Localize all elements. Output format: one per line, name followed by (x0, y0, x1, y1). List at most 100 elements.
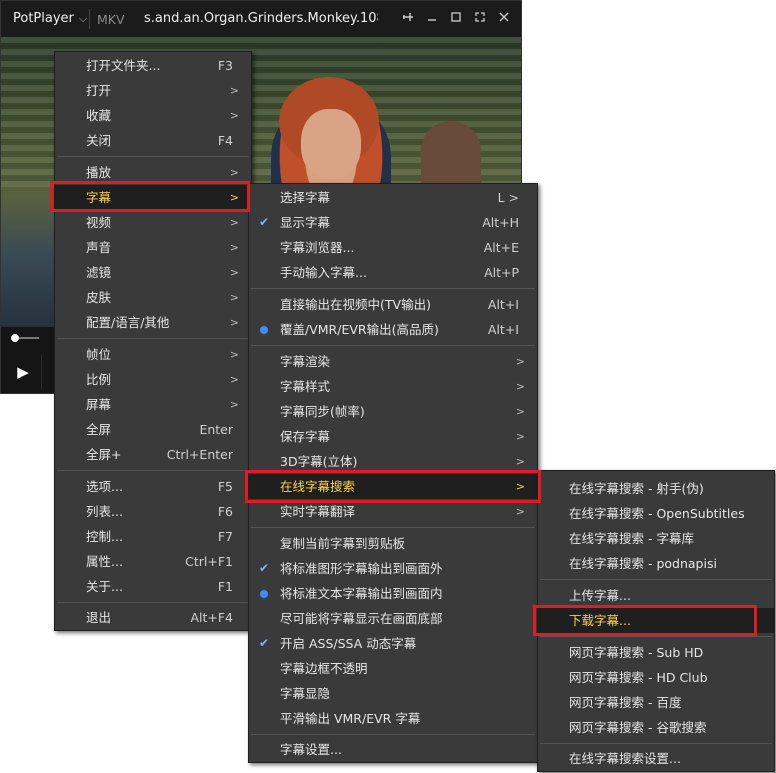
menu-item-online-search-settings[interactable]: 在线字幕搜索设置... (538, 746, 774, 771)
submenu-arrow-icon: > (229, 291, 239, 304)
submenu-arrow-icon: > (229, 348, 239, 361)
menu-item-shortcut: F1 (217, 579, 233, 594)
menu-item-label: 显示字幕 (280, 215, 331, 230)
menu-item-toggle-subtitle[interactable]: 字幕显隐 (249, 681, 537, 706)
menu-item-search-podnapisi[interactable]: 在线字幕搜索 - podnapisi (538, 551, 774, 576)
submenu-arrow-icon: > (515, 355, 525, 368)
menu-item-label: 声音 (86, 240, 112, 255)
minimize-icon[interactable] (423, 10, 441, 28)
submenu-arrow-icon: > (229, 216, 239, 229)
menu-item-tv-output[interactable]: 直接输出在视频中(TV输出) Alt+I (249, 292, 537, 317)
menu-item-manual-input[interactable]: 手动输入字幕... Alt+P (249, 260, 537, 285)
menu-item-screen[interactable]: 屏幕 > (55, 392, 251, 417)
menu-item-copy-subtitle[interactable]: 复制当前字幕到剪贴板 (249, 531, 537, 556)
submenu-arrow-icon: > (229, 373, 239, 386)
menu-item-label: 打开 (86, 83, 112, 98)
menu-item-open-folder[interactable]: 打开文件夹... F3 (55, 53, 251, 78)
menu-item-3d-subtitle[interactable]: 3D字幕(立体) > (249, 449, 537, 474)
menu-item-ass-ssa[interactable]: ✔ 开启 ASS/SSA 动态字幕 (249, 631, 537, 656)
menu-item-label: 关闭 (86, 133, 112, 148)
menu-item-opaque-border[interactable]: 字幕边框不透明 (249, 656, 537, 681)
menu-item-subtitle-sync[interactable]: 字幕同步(帧率) > (249, 399, 537, 424)
menu-item-label: 屏幕 (86, 397, 112, 412)
menu-item-ratio[interactable]: 比例 > (55, 367, 251, 392)
seek-handle[interactable] (11, 334, 19, 342)
menu-item-control[interactable]: 控制... F7 (55, 524, 251, 549)
menu-item-video[interactable]: 视频 > (55, 210, 251, 235)
menu-item-label: 上传字幕... (569, 588, 631, 603)
menu-item-web-google[interactable]: 网页字幕搜索 - 谷歌搜索 (538, 715, 774, 740)
menu-item-overlay-output[interactable]: 覆盖/VMR/EVR输出(高品质) Alt+I (249, 317, 537, 342)
menu-item-fullscreen-plus[interactable]: 全屏+ Ctrl+Enter (55, 442, 251, 467)
fullscreen-icon[interactable] (471, 10, 489, 28)
menu-item-subtitle-style[interactable]: 字幕样式 > (249, 374, 537, 399)
maximize-icon[interactable] (447, 10, 465, 28)
menu-item-filters[interactable]: 滤镜 > (55, 260, 251, 285)
menu-item-text-inside[interactable]: 将标准文本字幕输出到画面内 (249, 581, 537, 606)
menu-item-subtitle-browser[interactable]: 字幕浏览器... Alt+E (249, 235, 537, 260)
menu-item-web-subhd[interactable]: 网页字幕搜索 - Sub HD (538, 640, 774, 665)
menu-item-playlist[interactable]: 列表... F6 (55, 499, 251, 524)
radio-selected-icon (260, 326, 268, 334)
menu-item-favorites[interactable]: 收藏 > (55, 103, 251, 128)
menu-item-skins[interactable]: 皮肤 > (55, 285, 251, 310)
menu-item-shortcut: Ctrl+F1 (185, 554, 233, 569)
menu-item-frame[interactable]: 帧位 > (55, 342, 251, 367)
menu-item-label: 字幕同步(帧率) (280, 404, 365, 419)
menu-item-exit[interactable]: 退出 Alt+F4 (55, 605, 251, 630)
menu-item-realtime-translate[interactable]: 实时字幕翻译 > (249, 499, 537, 524)
menu-item-playback[interactable]: 播放 > (55, 160, 251, 185)
menu-item-open[interactable]: 打开 > (55, 78, 251, 103)
menu-item-shortcut: F7 (217, 529, 233, 544)
menu-item-show-subtitle[interactable]: ✔ 显示字幕 Alt+H (249, 210, 537, 235)
menu-divider (251, 288, 535, 289)
menu-item-label: 在线字幕搜索 - 射手(伪) (569, 481, 704, 496)
menu-item-about[interactable]: 关于... F1 (55, 574, 251, 599)
submenu-arrow-icon: > (229, 316, 239, 329)
menu-item-web-baidu[interactable]: 网页字幕搜索 - 百度 (538, 690, 774, 715)
checkmark-icon: ✔ (259, 215, 270, 229)
menu-item-label: 视频 (86, 215, 112, 230)
submenu-arrow-icon: > (229, 109, 239, 122)
menu-item-shortcut: F6 (217, 504, 233, 519)
menu-item-download-subtitle[interactable]: 下载字幕... (538, 608, 774, 633)
menu-item-close[interactable]: 关闭 F4 (55, 128, 251, 153)
radio-selected-icon (260, 590, 268, 598)
play-icon[interactable]: ▶ (5, 355, 42, 389)
menu-item-shortcut: Enter (199, 422, 233, 437)
menu-item-graphic-outside[interactable]: ✔ 将标准图形字幕输出到画面外 (249, 556, 537, 581)
menu-item-subtitles[interactable]: 字幕 > (55, 185, 251, 210)
checkmark-icon: ✔ (259, 636, 270, 650)
menu-item-label: 配置/语言/其他 (86, 315, 170, 330)
menu-item-label: 实时字幕翻译 (280, 504, 356, 519)
menu-item-fullscreen[interactable]: 全屏 Enter (55, 417, 251, 442)
menu-item-properties[interactable]: 属性... Ctrl+F1 (55, 549, 251, 574)
close-icon[interactable] (495, 10, 513, 28)
menu-item-bottom-display[interactable]: 尽可能将字幕显示在画面底部 (249, 606, 537, 631)
menu-item-search-shooter[interactable]: 在线字幕搜索 - 射手(伪) (538, 476, 774, 501)
menu-item-label: 帧位 (86, 347, 112, 362)
menu-item-online-subtitle-search[interactable]: 在线字幕搜索 > (249, 474, 537, 499)
menu-item-smooth-output[interactable]: 平滑输出 VMR/EVR 字幕 (249, 706, 537, 731)
menu-item-subtitle-render[interactable]: 字幕渲染 > (249, 349, 537, 374)
app-menu-button[interactable]: PotPlayer ⌵ (13, 11, 87, 26)
menu-item-search-zimuku[interactable]: 在线字幕搜索 - 字幕库 (538, 526, 774, 551)
seek-track (19, 337, 39, 339)
menu-item-subtitle-settings[interactable]: 字幕设置... (249, 737, 537, 762)
menu-item-label: 播放 (86, 165, 112, 180)
menu-item-config-language[interactable]: 配置/语言/其他 > (55, 310, 251, 335)
pin-icon[interactable] (399, 10, 417, 28)
menu-divider (251, 527, 535, 528)
menu-item-search-opensubtitles[interactable]: 在线字幕搜索 - OpenSubtitles (538, 501, 774, 526)
menu-item-save-subtitle[interactable]: 保存字幕 > (249, 424, 537, 449)
submenu-arrow-icon: > (515, 505, 525, 518)
menu-item-select-subtitle[interactable]: 选择字幕 L > (249, 185, 537, 210)
menu-item-web-hdclub[interactable]: 网页字幕搜索 - HD Club (538, 665, 774, 690)
menu-item-shortcut: Alt+I (487, 322, 519, 337)
menu-item-options[interactable]: 选项... F5 (55, 474, 251, 499)
menu-item-label: 退出 (86, 610, 112, 625)
menu-divider (57, 338, 249, 339)
menu-item-upload-subtitle[interactable]: 上传字幕... (538, 583, 774, 608)
menu-item-audio[interactable]: 声音 > (55, 235, 251, 260)
menu-item-label: 在线字幕搜索 - 字幕库 (569, 531, 694, 546)
